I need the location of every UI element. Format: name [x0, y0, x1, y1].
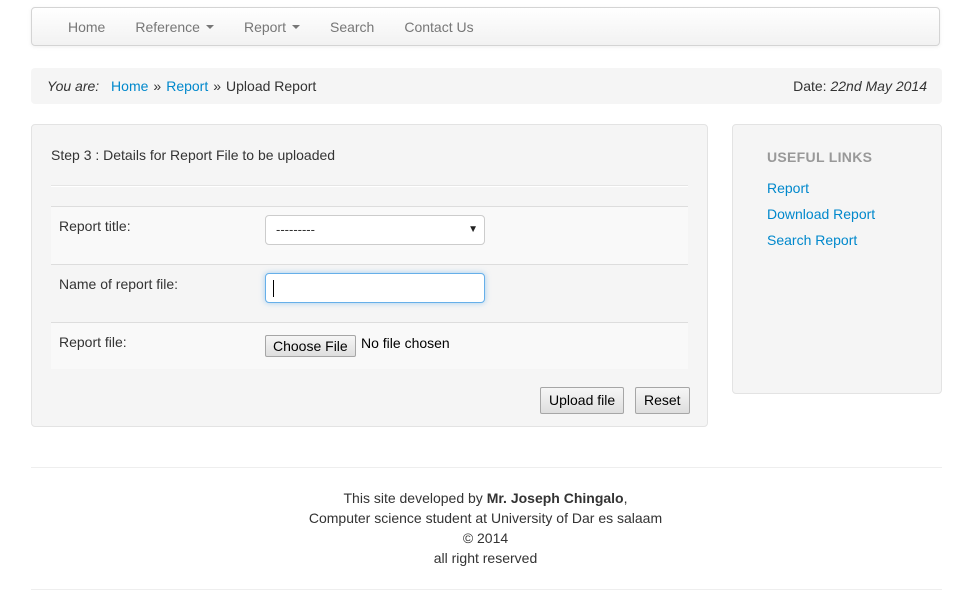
top-navbar: Home Reference Report Search Contact Us [31, 7, 940, 46]
form-row-filename: Name of report file: [51, 264, 688, 322]
footer-line-student: Computer science student at University o… [308, 510, 663, 526]
report-title-label: Report title: [59, 218, 131, 234]
date-value: 22nd May 2014 [830, 78, 927, 94]
nav-item-contact-us[interactable]: Contact Us [389, 8, 488, 46]
select-value: --------- [276, 222, 315, 237]
nav-item-reference[interactable]: Reference [120, 8, 229, 46]
date-display: Date: 22nd May 2014 [793, 68, 927, 104]
footer-divider-bottom [31, 589, 942, 590]
step-title: Step 3 : Details for Report File to be u… [51, 147, 336, 163]
nav-item-report[interactable]: Report [229, 8, 315, 46]
sidebar-link-download-report[interactable]: Download Report [767, 206, 875, 222]
upload-file-button[interactable]: Upload file [540, 387, 625, 414]
file-status: No file chosen [361, 335, 450, 351]
form-row-file: Report file: Choose File No file chosen [51, 322, 688, 369]
text-cursor [273, 280, 274, 297]
nav-item-search[interactable]: Search [315, 8, 389, 46]
breadcrumb: You are: Home» Report» Upload Report [47, 68, 316, 104]
nav-item-home[interactable]: Home [53, 8, 120, 46]
breadcrumb-separator: » [213, 78, 222, 94]
developer-name: Mr. Joseph Chingalo [486, 490, 624, 506]
report-title-select[interactable]: --------- ▼ [265, 215, 485, 245]
footer-line-developer: This site developed by Mr. Joseph Chinga… [0, 488, 971, 508]
footer: This site developed by Mr. Joseph Chinga… [0, 488, 971, 568]
useful-links-panel: USEFUL LINKS Report Download Report Sear… [732, 124, 942, 394]
useful-links-list: Report Download Report Search Report [767, 175, 875, 253]
caret-down-icon [205, 25, 214, 30]
report-filename-input[interactable] [265, 273, 485, 303]
reset-button[interactable]: Reset [635, 387, 690, 414]
footer-text: This site developed by [343, 490, 487, 506]
sidebar-link-search-report[interactable]: Search Report [767, 232, 857, 248]
date-label: Date: [793, 78, 827, 94]
breadcrumb-link-report[interactable]: Report [166, 78, 208, 94]
sidebar-link-report[interactable]: Report [767, 180, 809, 196]
nav-item-label: Reference [135, 19, 200, 35]
divider [51, 185, 688, 187]
nav-item-label: Report [243, 19, 286, 35]
breadcrumb-separator: » [153, 78, 162, 94]
breadcrumb-bar: You are: Home» Report» Upload Report Date:… [31, 68, 942, 104]
nav-menu: Home Reference Report Search Contact Us [53, 8, 489, 47]
footer-divider-top [31, 467, 942, 468]
report-file-label: Report file: [59, 334, 127, 350]
report-filename-label: Name of report file: [59, 276, 179, 292]
breadcrumb-current: Upload Report [226, 78, 317, 94]
footer-copyright: © 2014 [462, 530, 509, 546]
form-row-title: Report title: --------- ▼ [51, 206, 688, 264]
breadcrumb-link-home[interactable]: Home [111, 78, 148, 94]
choose-file-button[interactable]: Choose File [265, 335, 356, 357]
useful-links-header: USEFUL LINKS [767, 149, 873, 165]
upload-form-panel: Step 3 : Details for Report File to be u… [31, 124, 708, 427]
caret-down-icon [291, 25, 300, 30]
dropdown-arrow-icon: ▼ [468, 224, 478, 235]
footer-text: , [623, 490, 628, 506]
form-table: Report title: --------- ▼ Name of report… [51, 206, 688, 369]
breadcrumb-prefix: You are: [47, 78, 100, 94]
footer-rights: all right reserved [433, 550, 538, 566]
